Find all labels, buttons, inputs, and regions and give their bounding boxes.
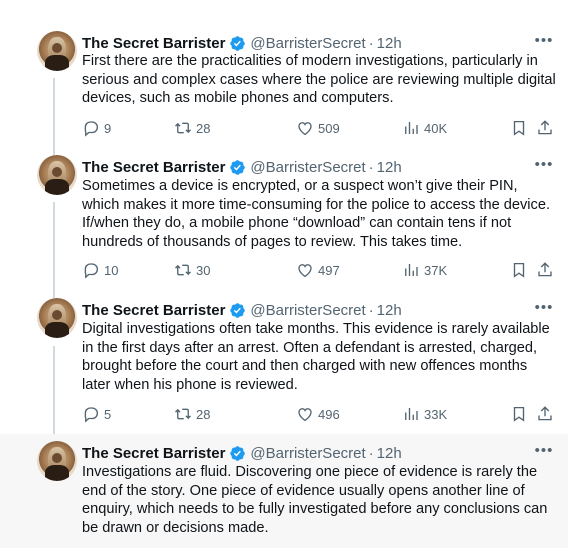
reply-icon <box>84 407 99 423</box>
avatar[interactable] <box>37 441 77 481</box>
reply-button[interactable]: 10 <box>82 260 118 280</box>
author-name[interactable]: The Secret Barrister <box>82 35 225 52</box>
views-icon <box>405 264 418 276</box>
reply-count: 5 <box>104 406 112 422</box>
timestamp[interactable]: 12h <box>377 445 402 462</box>
reply-count: 10 <box>104 262 119 278</box>
views-icon <box>405 122 418 134</box>
bookmark-button[interactable] <box>510 260 528 280</box>
more-icon[interactable]: ••• <box>534 300 554 317</box>
bookmark-button[interactable] <box>510 404 528 424</box>
tweet[interactable]: The Secret Barrister @BarristerSecret · … <box>0 150 568 294</box>
tweet-text: Digital investigations often take months… <box>82 321 550 393</box>
author-handle[interactable]: @BarristerSecret <box>250 445 365 462</box>
like-count: 509 <box>318 120 340 136</box>
share-button[interactable] <box>536 404 554 424</box>
share-icon <box>538 406 552 421</box>
retweet-icon <box>175 122 191 134</box>
avatar[interactable] <box>37 298 77 338</box>
reply-button[interactable]: 5 <box>82 404 111 424</box>
heart-icon <box>298 408 312 422</box>
heart-icon <box>298 122 312 136</box>
reply-count: 9 <box>104 120 112 136</box>
retweet-button[interactable]: 28 <box>174 118 210 138</box>
retweet-button[interactable]: 30 <box>174 260 210 280</box>
more-icon[interactable]: ••• <box>534 33 554 50</box>
share-icon <box>538 262 552 277</box>
tweet-focused[interactable]: The Secret Barrister @BarristerSecret · … <box>0 434 568 548</box>
timestamp[interactable]: 12h <box>377 159 402 176</box>
timestamp[interactable]: 12h <box>377 302 402 319</box>
tweet-header: The Secret Barrister @BarristerSecret · … <box>82 157 402 177</box>
author-name[interactable]: The Secret Barrister <box>82 445 225 462</box>
more-icon[interactable]: ••• <box>534 157 554 174</box>
bookmark-icon <box>513 120 525 136</box>
bookmark-icon <box>513 406 525 422</box>
action-bar: 10 30 497 37K <box>82 260 554 280</box>
reply-icon <box>84 263 99 279</box>
share-button[interactable] <box>536 118 554 138</box>
verified-badge-icon <box>230 159 246 175</box>
author-handle[interactable]: @BarristerSecret <box>250 302 365 319</box>
views-button[interactable]: 37K <box>402 260 447 280</box>
bookmark-icon <box>513 262 525 278</box>
tweet-header: The Secret Barrister @BarristerSecret · … <box>82 33 402 53</box>
separator: · <box>368 444 374 462</box>
reply-icon <box>84 121 99 137</box>
views-icon <box>405 408 418 420</box>
like-button[interactable]: 509 <box>296 118 340 138</box>
retweet-count: 28 <box>196 120 211 136</box>
tweet-header: The Secret Barrister @BarristerSecret · … <box>82 300 402 320</box>
separator: · <box>368 158 374 176</box>
tweet-text: Sometimes a device is encrypted, or a su… <box>82 178 551 250</box>
like-count: 496 <box>318 406 340 422</box>
bookmark-button[interactable] <box>510 118 528 138</box>
action-bar: 5 28 496 33K <box>82 404 554 424</box>
tweet[interactable]: The Secret Barrister @BarristerSecret · … <box>0 294 568 434</box>
view-count: 37K <box>424 262 448 278</box>
view-count: 33K <box>424 406 448 422</box>
more-icon[interactable]: ••• <box>534 443 554 460</box>
separator: · <box>368 34 374 52</box>
tweet[interactable]: The Secret Barrister @BarristerSecret · … <box>0 0 568 150</box>
author-handle[interactable]: @BarristerSecret <box>250 159 365 176</box>
author-name[interactable]: The Secret Barrister <box>82 302 225 319</box>
tweet-text: Investigations are fluid. Discovering on… <box>82 464 548 536</box>
timestamp[interactable]: 12h <box>377 35 402 52</box>
author-name[interactable]: The Secret Barrister <box>82 159 225 176</box>
avatar[interactable] <box>37 155 77 195</box>
reply-button[interactable]: 9 <box>82 118 111 138</box>
retweet-button[interactable]: 28 <box>174 404 210 424</box>
retweet-icon <box>175 408 191 420</box>
action-bar: 9 28 509 40K <box>82 118 554 138</box>
author-handle[interactable]: @BarristerSecret <box>250 35 365 52</box>
retweet-count: 30 <box>196 262 211 278</box>
retweet-icon <box>175 264 191 276</box>
like-button[interactable]: 496 <box>296 404 340 424</box>
verified-badge-icon <box>230 445 246 461</box>
verified-badge-icon <box>230 302 246 318</box>
tweet-text: First there are the practicalities of mo… <box>82 53 556 107</box>
share-icon <box>538 120 552 135</box>
like-button[interactable]: 497 <box>296 260 340 280</box>
tweet-header: The Secret Barrister @BarristerSecret · … <box>82 443 402 463</box>
verified-badge-icon <box>230 35 246 51</box>
like-count: 497 <box>318 262 340 278</box>
share-button[interactable] <box>536 260 554 280</box>
heart-icon <box>298 264 312 278</box>
views-button[interactable]: 40K <box>402 118 447 138</box>
avatar[interactable] <box>37 31 77 71</box>
view-count: 40K <box>424 120 448 136</box>
retweet-count: 28 <box>196 406 211 422</box>
separator: · <box>368 301 374 319</box>
views-button[interactable]: 33K <box>402 404 447 424</box>
